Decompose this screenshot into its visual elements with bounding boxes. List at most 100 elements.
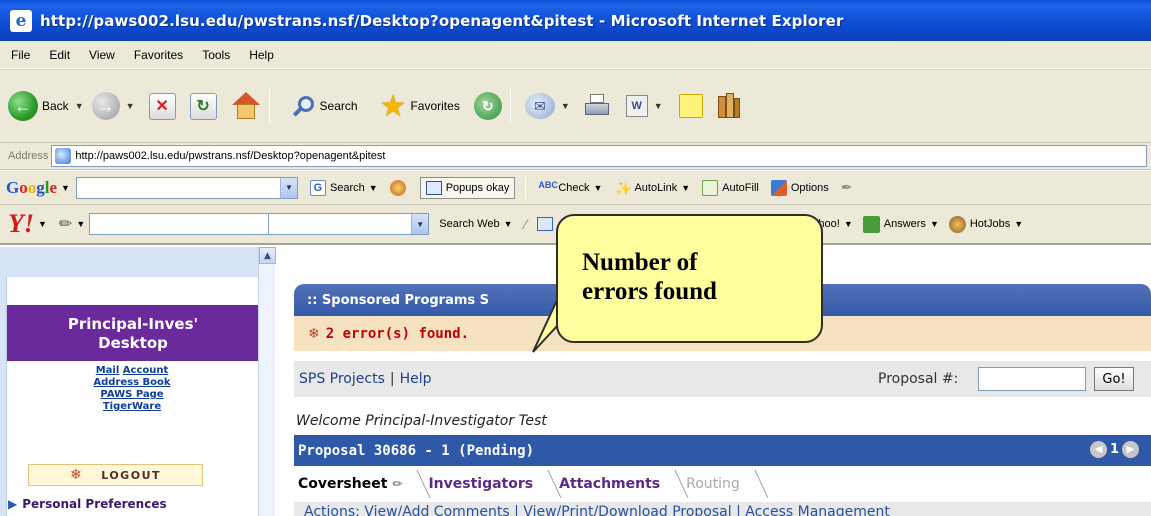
hotjobs-dropdown-icon[interactable]: ▼ [1014,219,1023,229]
expand-triangle-icon: ▶ [8,497,18,511]
yahoo-menu-dropdown-icon[interactable]: ▼ [38,219,47,229]
personal-preferences-link[interactable]: ▶ Personal Preferences [8,497,167,511]
menu-tools[interactable]: Tools [193,48,240,62]
autolink-button[interactable]: ✨ AutoLink ▼ [614,180,690,196]
home-icon[interactable] [231,92,261,120]
refresh-icon[interactable]: ↻ [189,92,217,120]
mail-link[interactable]: Mail [96,365,120,376]
mail-icon[interactable]: ✉ [524,93,555,119]
tigerware-link[interactable]: TigerWare [103,401,161,412]
callout-line2: errors found [582,278,717,305]
menu-file[interactable]: File [0,48,40,62]
scroll-up-icon[interactable]: ▲ [259,247,276,264]
tab-investigators[interactable]: Investigators [424,466,562,502]
edit-word-icon[interactable]: W [625,95,648,117]
google-search-dropdown-icon[interactable]: ▼ [279,177,297,198]
google-g-icon: G [309,179,326,196]
desktop-title-line1: Principal-Inves' [67,315,199,333]
page-number: 1 [1109,442,1119,457]
hotjobs-link[interactable]: HotJobs ▼ [948,215,1023,233]
pencil-dropdown-icon[interactable]: ▼ [76,219,85,229]
search-web-button[interactable]: Search Web ▼ [439,218,512,230]
autofill-icon [702,179,719,196]
clip-icon[interactable]: ✒ [841,179,853,196]
help-link[interactable]: Help [400,371,432,387]
answers-dropdown-icon[interactable]: ▼ [930,219,939,229]
yahoo-dropdown-icon[interactable]: ▼ [844,219,853,229]
back-dropdown-icon[interactable]: ▼ [75,101,84,111]
edit-dropdown-icon[interactable]: ▼ [654,101,663,111]
pencil-icon[interactable]: ✏ [59,214,72,234]
account-link[interactable]: Account [123,365,168,376]
spell-check-button[interactable]: ABC Check ▼ [538,180,602,196]
google-logo[interactable]: Google [6,178,57,198]
logout-button[interactable]: ❄ LOGOUT [28,464,203,486]
window-list-icon[interactable] [536,217,553,231]
menu-favorites[interactable]: Favorites [125,48,193,62]
standard-toolbar: ← Back ▼ → ▼ ✕ ↻ Search ★ Favorites ↻ ✉ … [0,69,1151,143]
address-input[interactable]: http://paws002.lsu.edu/pwstrans.nsf/Desk… [51,145,1147,167]
address-label: Address [8,150,49,162]
answers-link[interactable]: Answers ▼ [862,215,939,233]
autofill-button[interactable]: AutoFill [702,179,759,196]
tab-investigators-label: Investigators [428,476,534,492]
pagerank-icon[interactable] [389,179,410,196]
paws-page-link[interactable]: PAWS Page [100,389,163,400]
callout-line1: Number of [582,249,698,276]
google-toolbar: Google ▼ ▼ G Search ▼ Popups okay ABC Ch… [0,171,1151,205]
search-button[interactable]: Search [286,86,358,126]
autolink-dropdown-icon[interactable]: ▼ [681,183,690,193]
proposal-number-input[interactable] [978,367,1086,391]
yahoo-logo-icon[interactable]: Y! [8,209,34,239]
search-label: Search [319,99,358,113]
proposal-tabs: Coversheet ✏ Investigators Attachments R… [294,466,1151,502]
history-icon[interactable]: ↻ [473,92,502,120]
menu-view[interactable]: View [80,48,125,62]
discuss-note-icon[interactable] [678,94,703,118]
proposal-title-bar: Proposal 30686 - 1 (Pending) ◀ 1 ▶ [294,435,1151,466]
mail-dropdown-icon[interactable]: ▼ [561,101,570,111]
back-arrow-icon: ← [8,91,38,121]
previous-page-icon[interactable]: ◀ [1089,441,1107,458]
forward-arrow-icon: → [91,92,120,120]
back-button[interactable]: ← Back ▼ [8,86,84,126]
autofill-label: AutoFill [722,181,759,194]
tab-attachments[interactable]: Attachments [555,466,689,502]
google-search-input[interactable]: ▼ [75,176,298,199]
print-icon[interactable] [584,94,610,118]
favorites-label: Favorites [410,99,460,113]
yahoo-search-dropdown-icon[interactable]: ▼ [411,214,429,234]
search-web-dropdown-icon[interactable]: ▼ [504,219,513,229]
go-button[interactable]: Go! [1094,367,1134,391]
google-menu-dropdown-icon[interactable]: ▼ [61,183,70,193]
forward-button[interactable]: → ▼ [91,86,135,126]
internet-explorer-icon: e [10,9,32,32]
stop-icon[interactable]: ✕ [148,92,176,120]
search-web-label: Search Web [439,218,500,230]
menu-help[interactable]: Help [240,48,284,62]
popups-okay-button[interactable]: Popups okay [419,176,516,199]
options-label: Options [790,181,829,194]
highlight-pen-icon[interactable]: ∕ [525,216,527,232]
toolbar-divider [268,89,270,123]
address-url[interactable]: http://paws002.lsu.edu/pwstrans.nsf/Desk… [75,150,385,162]
left-navigation-pane: Principal-Inves' Desktop Mail Account Ad… [0,247,276,516]
google-search-menu-icon[interactable]: ▼ [369,183,378,193]
google-search-label: Search [329,181,365,194]
address-book-link[interactable]: Address Book [93,377,170,388]
sps-projects-link[interactable]: SPS Projects [299,371,385,387]
yahoo-search-input[interactable] [89,213,270,235]
favorites-button[interactable]: ★ Favorites [366,86,460,126]
google-search-button[interactable]: G Search ▼ [309,179,378,196]
check-dropdown-icon[interactable]: ▼ [594,183,603,193]
tab-coversheet[interactable]: Coversheet ✏ [294,466,431,502]
menu-edit[interactable]: Edit [40,48,80,62]
window-title: http://paws002.lsu.edu/pwstrans.nsf/Desk… [40,11,844,30]
left-pane-scrollbar[interactable]: ▲ [258,247,276,516]
next-page-icon[interactable]: ▶ [1122,441,1139,458]
forward-dropdown-icon[interactable]: ▼ [126,101,135,111]
research-books-icon[interactable] [717,93,741,119]
actions-strip[interactable]: Actions: View/Add Comments | View/Print/… [294,502,1151,516]
options-button[interactable]: Options [770,179,829,196]
yahoo-search-input-extended[interactable]: ▼ [269,213,430,235]
